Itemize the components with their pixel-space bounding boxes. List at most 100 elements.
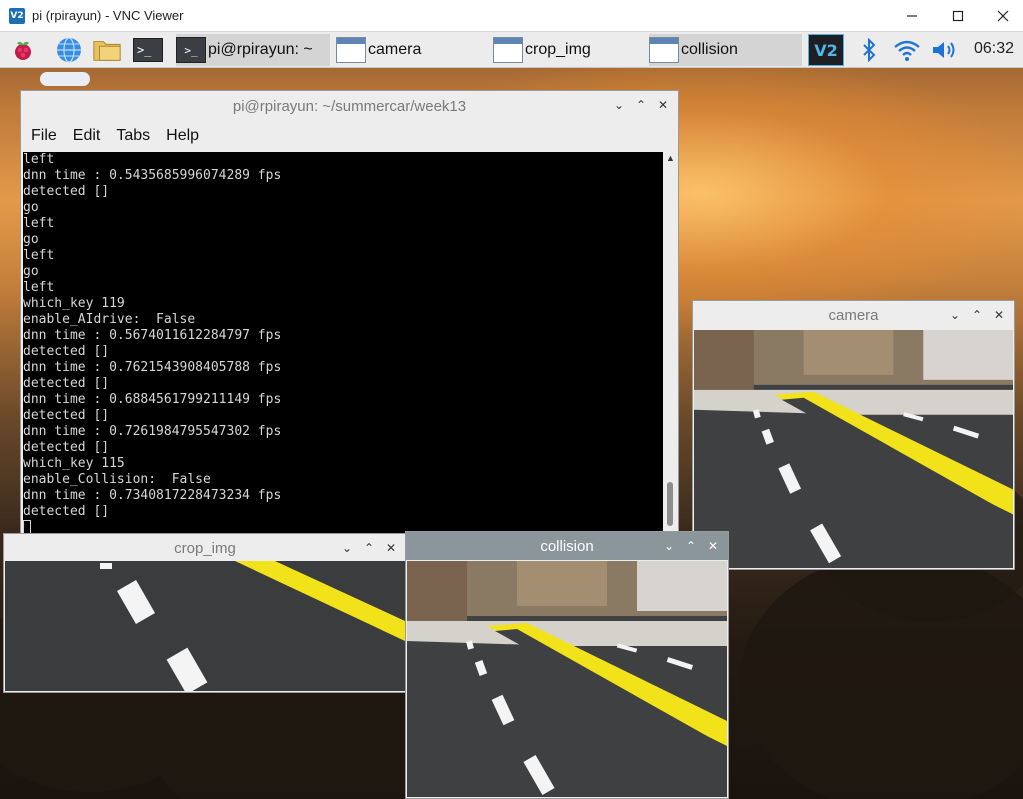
menu-help[interactable]: Help — [166, 127, 199, 145]
bluetooth-icon[interactable] — [854, 36, 884, 64]
collision-image — [407, 561, 727, 797]
browser-globe-icon[interactable] — [54, 36, 84, 64]
close-button[interactable] — [980, 0, 1023, 32]
camera-maximize-button[interactable]: ⌃ — [968, 306, 986, 324]
terminal-icon: >_ — [176, 37, 206, 63]
close-icon — [997, 10, 1009, 22]
window-icon — [649, 37, 679, 63]
terminal-menubar: File Edit Tabs Help — [21, 121, 678, 151]
camera-titlebar[interactable]: camera ⌄ ⌃ ✕ — [693, 301, 1014, 329]
vnc-logo-icon: V2 — [9, 7, 25, 24]
terminal-line: dnn time : 0.7621543908405788 fps — [23, 360, 282, 375]
file-manager-folder-icon[interactable] — [92, 36, 122, 64]
scroll-up-arrow-icon[interactable]: ▲ — [665, 153, 676, 163]
maximize-icon — [952, 10, 964, 22]
chevron-up-icon: ⌃ — [971, 308, 983, 322]
clock: 06:32 — [974, 40, 1015, 57]
terminal-output[interactable]: left dnn time : 0.5435685996074289 fps det… — [23, 152, 663, 538]
close-icon: ✕ — [707, 539, 719, 553]
close-icon: ✕ — [993, 308, 1005, 322]
terminal-line: detected [] — [23, 504, 110, 519]
maximize-button[interactable] — [935, 0, 981, 32]
taskbar: >_ >_ pi@rpirayun: ~ camera crop_img col… — [0, 32, 1023, 68]
menu-file[interactable]: File — [31, 127, 57, 145]
terminal-maximize-button[interactable]: ⌃ — [632, 96, 650, 114]
terminal-line: go — [23, 232, 39, 247]
chevron-down-icon: ⌄ — [949, 308, 961, 322]
terminal-line: left — [23, 248, 55, 263]
terminal-line: dnn time : 0.7261984795547302 fps — [23, 424, 282, 439]
terminal-line: detected [] — [23, 184, 110, 199]
minimize-icon — [907, 15, 917, 17]
taskbar-item-collision[interactable]: collision — [649, 34, 802, 66]
terminal-titlebar[interactable]: pi@rpirayun: ~/summercar/week13 ⌄ ⌃ ✕ — [21, 91, 678, 121]
terminal-line: enable_AIdrive: False — [23, 312, 196, 327]
raspberry-menu-icon[interactable] — [8, 36, 38, 64]
terminal-launcher-icon[interactable]: >_ — [133, 36, 163, 64]
terminal-line: dnn time : 0.5435685996074289 fps — [23, 168, 282, 183]
vnc-titlebar: V2 pi (rpirayun) - VNC Viewer — [0, 0, 1023, 32]
crop-img-maximize-button[interactable]: ⌃ — [360, 539, 378, 557]
terminal-line: left — [23, 280, 55, 295]
camera-minimize-button[interactable]: ⌄ — [946, 306, 964, 324]
scrollbar-thumb[interactable] — [667, 482, 673, 526]
terminal-scrollbar[interactable]: ▲ — [664, 152, 677, 538]
terminal-line: dnn time : 0.7340817228473234 fps — [23, 488, 282, 503]
terminal-window: pi@rpirayun: ~/summercar/week13 ⌄ ⌃ ✕ Fi… — [20, 90, 679, 538]
volume-icon[interactable] — [930, 36, 960, 64]
vnc-window-title: pi (rpirayun) - VNC Viewer — [32, 8, 184, 23]
close-icon: ✕ — [657, 98, 669, 112]
collision-close-button[interactable]: ✕ — [704, 537, 722, 555]
vnc-server-tray-icon[interactable]: V2 — [808, 34, 844, 66]
camera-close-button[interactable]: ✕ — [990, 306, 1008, 324]
terminal-line: which_key 119 — [23, 296, 125, 311]
crop-img-titlebar[interactable]: crop_img ⌄ ⌃ ✕ — [4, 534, 406, 562]
terminal-line: enable_Collision: False — [23, 472, 211, 487]
menu-tabs[interactable]: Tabs — [116, 127, 150, 145]
taskbar-item-crop-img[interactable]: crop_img — [493, 34, 645, 66]
chevron-down-icon: ⌄ — [613, 98, 625, 112]
collision-minimize-button[interactable]: ⌄ — [660, 537, 678, 555]
drive-icon[interactable] — [40, 72, 90, 86]
terminal-line: dnn time : 0.6884561799211149 fps — [23, 392, 282, 407]
terminal-line: detected [] — [23, 440, 110, 455]
close-icon: ✕ — [385, 541, 397, 555]
terminal-line: detected [] — [23, 376, 110, 391]
terminal-line: go — [23, 264, 39, 279]
crop-img-title: crop_img — [174, 539, 236, 557]
terminal-line: dnn time : 0.5674011612284797 fps — [23, 328, 282, 343]
wifi-icon[interactable] — [892, 36, 922, 64]
terminal-line: detected [] — [23, 408, 110, 423]
chevron-up-icon: ⌃ — [363, 541, 375, 555]
camera-window: camera ⌄ ⌃ ✕ — [692, 300, 1015, 570]
taskbar-item-label: collision — [681, 41, 738, 58]
terminal-line: which_key 115 — [23, 456, 125, 471]
camera-image — [694, 330, 1013, 568]
terminal-minimize-button[interactable]: ⌄ — [610, 96, 628, 114]
terminal-line: left — [23, 216, 55, 231]
camera-title: camera — [828, 306, 879, 324]
minimize-button[interactable] — [889, 0, 935, 32]
terminal-line: detected [] — [23, 344, 110, 359]
taskbar-item-terminal[interactable]: >_ pi@rpirayun: ~ — [176, 34, 330, 66]
terminal-close-button[interactable]: ✕ — [654, 96, 672, 114]
crop-img-window: crop_img ⌄ ⌃ ✕ — [3, 533, 407, 693]
window-icon — [493, 37, 523, 63]
chevron-down-icon: ⌄ — [341, 541, 353, 555]
taskbar-item-label: camera — [368, 41, 422, 58]
collision-titlebar[interactable]: collision ⌄ ⌃ ✕ — [406, 532, 728, 560]
crop-img-minimize-button[interactable]: ⌄ — [338, 539, 356, 557]
taskbar-item-camera[interactable]: camera — [336, 34, 488, 66]
crop-img-close-button[interactable]: ✕ — [382, 539, 400, 557]
terminal-line: left — [23, 152, 55, 167]
chevron-up-icon: ⌃ — [635, 98, 647, 112]
taskbar-item-label: crop_img — [525, 41, 591, 58]
collision-title: collision — [540, 537, 594, 555]
chevron-down-icon: ⌄ — [663, 539, 675, 553]
chevron-up-icon: ⌃ — [685, 539, 697, 553]
menu-edit[interactable]: Edit — [73, 127, 101, 145]
collision-window: collision ⌄ ⌃ ✕ — [405, 531, 729, 799]
window-icon — [336, 37, 366, 63]
taskbar-item-label: pi@rpirayun: ~ — [208, 41, 313, 58]
collision-maximize-button[interactable]: ⌃ — [682, 537, 700, 555]
